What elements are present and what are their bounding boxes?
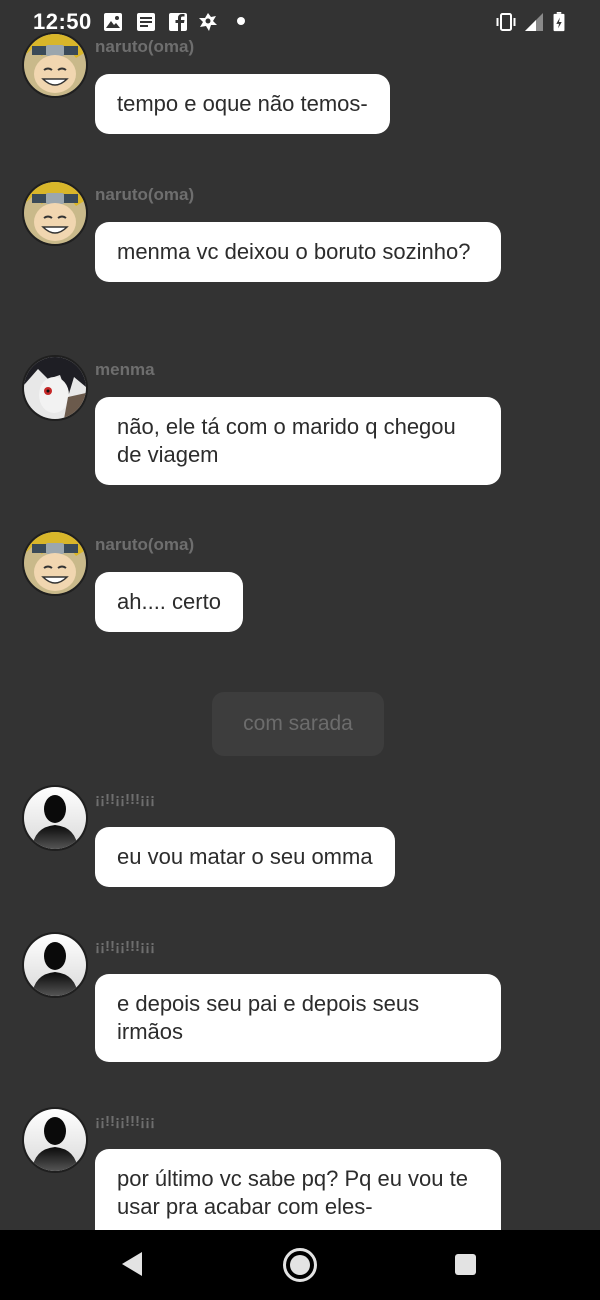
news-icon bbox=[137, 13, 155, 31]
sender-name: menma bbox=[95, 360, 155, 379]
silhouette-avatar[interactable] bbox=[22, 785, 88, 851]
recents-icon[interactable] bbox=[455, 1254, 476, 1275]
signal-icon bbox=[525, 13, 543, 31]
status-bar: 12:50 bbox=[0, 0, 600, 44]
facebook-icon bbox=[169, 13, 187, 31]
sender-name: ¡¡!!¡¡!!!¡¡¡ bbox=[95, 1113, 155, 1130]
chat-area[interactable]: naruto(oma) tempo e oque não temos- naru… bbox=[0, 0, 600, 1230]
sender-name: ¡¡!!¡¡!!!¡¡¡ bbox=[95, 938, 155, 955]
gallery-icon bbox=[104, 13, 122, 31]
sender-name: naruto(oma) bbox=[95, 185, 195, 204]
message-bubble[interactable]: eu vou matar o seu omma bbox=[95, 827, 395, 887]
status-time: 12:50 bbox=[33, 9, 92, 34]
back-icon[interactable] bbox=[120, 1250, 144, 1278]
message-bubble[interactable]: por último vc sabe pq? Pq eu vou te usar… bbox=[95, 1149, 501, 1230]
sender-name: ¡¡!!¡¡!!!¡¡¡ bbox=[95, 791, 155, 808]
message-bubble[interactable]: não, ele tá com o marido q chegou de via… bbox=[95, 397, 501, 485]
notification-dot-icon bbox=[237, 17, 245, 25]
silhouette-avatar[interactable] bbox=[22, 932, 88, 998]
narrator-message[interactable]: com sarada bbox=[212, 692, 384, 756]
message-bubble[interactable]: tempo e oque não temos- bbox=[95, 74, 390, 134]
naruto-avatar[interactable] bbox=[22, 530, 88, 596]
message-bubble[interactable]: menma vc deixou o boruto sozinho? bbox=[95, 222, 501, 282]
navigation-bar bbox=[0, 1230, 600, 1300]
vibrate-icon bbox=[496, 13, 516, 31]
menma-avatar[interactable] bbox=[22, 355, 88, 421]
message-bubble[interactable]: e depois seu pai e depois seus irmãos bbox=[95, 974, 501, 1062]
message-bubble[interactable]: ah.... certo bbox=[95, 572, 243, 632]
anime-icon bbox=[199, 13, 217, 31]
screen: naruto(oma) tempo e oque não temos- naru… bbox=[0, 0, 600, 1300]
sender-name: naruto(oma) bbox=[95, 535, 195, 554]
home-icon[interactable] bbox=[282, 1247, 318, 1283]
battery-icon bbox=[553, 12, 565, 32]
silhouette-avatar[interactable] bbox=[22, 1107, 88, 1173]
naruto-avatar[interactable] bbox=[22, 180, 88, 246]
